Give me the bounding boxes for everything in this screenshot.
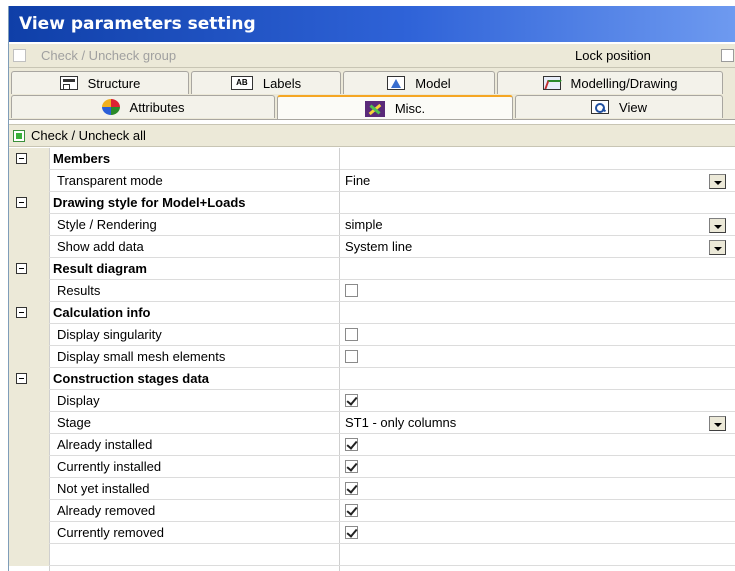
model-icon bbox=[387, 76, 406, 90]
tab-structure[interactable]: Structure bbox=[11, 71, 189, 94]
property-row: Display singularity bbox=[9, 324, 735, 346]
lock-position-checkbox[interactable] bbox=[721, 49, 734, 62]
tab-label: Labels bbox=[262, 75, 302, 91]
property-row: Not yet installed bbox=[9, 478, 735, 500]
currently-installed-checkbox[interactable] bbox=[345, 460, 358, 473]
already-removed-checkbox[interactable] bbox=[345, 504, 358, 517]
section-title: Result diagram bbox=[53, 261, 147, 276]
property-label: Show add data bbox=[57, 239, 144, 254]
group-toolbar: Check / Uncheck group Lock position bbox=[9, 44, 735, 68]
collapse-icon[interactable] bbox=[16, 373, 27, 384]
section-title: Drawing style for Model+Loads bbox=[53, 195, 246, 210]
property-label: Display singularity bbox=[57, 327, 162, 342]
tab-label: Attributes bbox=[129, 99, 185, 115]
section-construction-stages: Construction stages data bbox=[9, 368, 735, 390]
attributes-icon bbox=[101, 99, 120, 115]
property-label: Display bbox=[57, 393, 100, 408]
tab-attributes[interactable]: Attributes bbox=[11, 95, 275, 118]
tab-label: Model bbox=[415, 75, 451, 91]
currently-removed-checkbox[interactable] bbox=[345, 526, 358, 539]
property-row: Currently removed bbox=[9, 522, 735, 544]
property-value[interactable]: ST1 - only columns bbox=[345, 415, 456, 430]
dropdown-arrow-icon[interactable] bbox=[709, 174, 726, 189]
collapse-icon[interactable] bbox=[16, 263, 27, 274]
check-all-checkbox[interactable] bbox=[13, 130, 25, 142]
property-row: Results bbox=[9, 280, 735, 302]
property-label: Already installed bbox=[57, 437, 153, 452]
collapse-icon[interactable] bbox=[16, 197, 27, 208]
property-row: Display small mesh elements bbox=[9, 346, 735, 368]
dropdown-arrow-icon[interactable] bbox=[709, 218, 726, 233]
section-title: Construction stages data bbox=[53, 371, 210, 386]
section-calculation-info: Calculation info bbox=[9, 302, 735, 324]
property-row: Transparent mode Fine bbox=[9, 170, 735, 192]
tab-labels[interactable]: AB Labels bbox=[191, 71, 341, 94]
dropdown-arrow-icon[interactable] bbox=[709, 416, 726, 431]
section-drawing-style: Drawing style for Model+Loads bbox=[9, 192, 735, 214]
check-all-label: Check / Uncheck all bbox=[31, 128, 146, 143]
property-row: Currently installed bbox=[9, 456, 735, 478]
already-installed-checkbox[interactable] bbox=[345, 438, 358, 451]
property-label: Not yet installed bbox=[57, 481, 150, 496]
labels-icon: AB bbox=[230, 76, 253, 90]
collapse-icon[interactable] bbox=[16, 153, 27, 164]
property-label: Transparent mode bbox=[57, 173, 163, 188]
tab-label: Misc. bbox=[394, 101, 426, 116]
lock-position-label: Lock position bbox=[575, 48, 651, 63]
tab-label: View bbox=[619, 99, 647, 115]
section-members: Members bbox=[9, 148, 735, 170]
check-all-bar: Check / Uncheck all bbox=[9, 124, 735, 147]
tab-bar: Structure AB Labels Model Modelling/Draw… bbox=[9, 68, 735, 120]
view-icon bbox=[591, 100, 610, 114]
property-row: Already removed bbox=[9, 500, 735, 522]
property-value[interactable]: simple bbox=[345, 217, 383, 232]
modelling-drawing-icon bbox=[542, 76, 561, 90]
tab-model[interactable]: Model bbox=[343, 71, 495, 94]
section-result-diagram: Result diagram bbox=[9, 258, 735, 280]
check-group-checkbox[interactable] bbox=[13, 49, 26, 62]
misc-icon bbox=[364, 100, 385, 117]
property-label: Display small mesh elements bbox=[57, 349, 226, 364]
section-title: Calculation info bbox=[53, 305, 151, 320]
dropdown-arrow-icon[interactable] bbox=[709, 240, 726, 255]
structure-icon bbox=[59, 76, 78, 90]
property-label: Already removed bbox=[57, 503, 156, 518]
property-label: Style / Rendering bbox=[57, 217, 157, 232]
results-checkbox[interactable] bbox=[345, 284, 358, 297]
tab-misc[interactable]: Misc. bbox=[277, 95, 513, 120]
section-title: Members bbox=[53, 151, 111, 166]
property-label: Stage bbox=[57, 415, 91, 430]
tab-view[interactable]: View bbox=[515, 95, 723, 118]
property-row: Display bbox=[9, 390, 735, 412]
tab-divider bbox=[9, 119, 735, 120]
check-group-label: Check / Uncheck group bbox=[41, 48, 177, 63]
display-checkbox[interactable] bbox=[345, 394, 358, 407]
view-parameters-window: View parameters setting Check / Uncheck … bbox=[8, 6, 735, 571]
property-row: Already installed bbox=[9, 434, 735, 456]
display-singularity-checkbox[interactable] bbox=[345, 328, 358, 341]
property-row: Style / Rendering simple bbox=[9, 214, 735, 236]
property-label: Currently removed bbox=[57, 525, 164, 540]
window-title: View parameters setting bbox=[9, 6, 735, 42]
not-yet-installed-checkbox[interactable] bbox=[345, 482, 358, 495]
tab-label: Structure bbox=[87, 75, 141, 91]
property-label: Currently installed bbox=[57, 459, 162, 474]
tab-modelling-drawing[interactable]: Modelling/Drawing bbox=[497, 71, 723, 94]
collapse-icon[interactable] bbox=[16, 307, 27, 318]
tab-label: Modelling/Drawing bbox=[570, 75, 678, 91]
property-value[interactable]: System line bbox=[345, 239, 412, 254]
property-grid: Members Transparent mode Fine Drawing st… bbox=[9, 148, 735, 571]
empty-row bbox=[9, 544, 735, 566]
property-label: Results bbox=[57, 283, 101, 298]
property-value[interactable]: Fine bbox=[345, 173, 370, 188]
display-small-mesh-checkbox[interactable] bbox=[345, 350, 358, 363]
property-row: Stage ST1 - only columns bbox=[9, 412, 735, 434]
property-row: Show add data System line bbox=[9, 236, 735, 258]
